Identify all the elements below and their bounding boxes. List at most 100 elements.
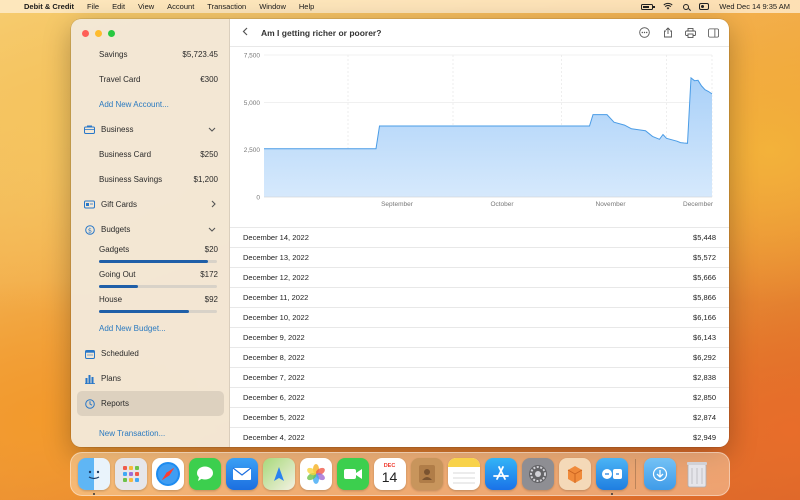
budget-amount: $92 [204, 294, 218, 304]
chevron-down-icon[interactable] [208, 225, 216, 234]
sidebar-item-label: Scheduled [101, 349, 139, 358]
transaction-row[interactable]: December 13, 2022 $5,572 [230, 247, 729, 267]
transaction-row[interactable]: December 14, 2022 $5,448 [230, 227, 729, 247]
share-icon[interactable] [662, 27, 673, 38]
menubar-datetime[interactable]: Wed Dec 14 9:35 AM [719, 2, 790, 11]
sidebar-budget-house[interactable]: House $92 [71, 288, 230, 310]
budget-progress-bar [99, 310, 217, 313]
sidebar-account-business-savings[interactable]: Business Savings $1,200 [71, 167, 230, 192]
finder-icon[interactable] [77, 458, 110, 495]
sidebar-section-gift-cards[interactable]: Gift Cards [71, 192, 230, 217]
bar-chart-icon [84, 374, 95, 384]
transaction-row[interactable]: December 6, 2022 $2,850 [230, 387, 729, 407]
y-tick-label: 0 [256, 195, 260, 202]
menu-account[interactable]: Account [167, 2, 194, 11]
add-new-account-link[interactable]: Add New Account... [71, 92, 230, 117]
toolbar-actions [639, 27, 719, 38]
menu-window[interactable]: Window [259, 2, 286, 11]
sidebar-account-business-card[interactable]: Business Card $250 [71, 142, 230, 167]
sidebar-item-reports[interactable]: Reports [77, 391, 224, 416]
transaction-date: December 6, 2022 [243, 393, 305, 402]
transaction-value: $5,572 [693, 253, 716, 262]
menu-view[interactable]: View [138, 2, 154, 11]
balance-area [264, 77, 712, 197]
transaction-row[interactable]: December 7, 2022 $2,838 [230, 367, 729, 387]
more-icon[interactable] [639, 27, 650, 38]
sidebar-account-savings[interactable]: Savings $5,723.45 [71, 42, 230, 67]
transaction-date: December 9, 2022 [243, 333, 305, 342]
chevron-down-icon[interactable] [208, 125, 216, 134]
calendar-day: 14 [381, 469, 398, 485]
gift-card-icon [84, 200, 95, 209]
menu-edit[interactable]: Edit [112, 2, 125, 11]
app-store-icon[interactable] [484, 458, 517, 490]
close-window-button[interactable] [82, 30, 89, 37]
screen-sharing-icon[interactable] [595, 458, 628, 495]
app-window: Savings $5,723.45 Travel Card €300 Add N… [71, 19, 729, 447]
sidebar-account-travel-card[interactable]: Travel Card €300 [71, 67, 230, 92]
launchpad-icon[interactable] [114, 458, 147, 490]
mail-icon[interactable] [225, 458, 258, 490]
menu-bar: Debit & Credit File Edit View Account Tr… [0, 0, 800, 13]
new-transaction-link[interactable]: New Transaction... [71, 421, 230, 446]
transaction-row[interactable]: December 4, 2022 $2,949 [230, 427, 729, 447]
account-name: Travel Card [99, 75, 141, 84]
transaction-date: December 10, 2022 [243, 313, 309, 322]
transaction-row[interactable]: December 10, 2022 $6,166 [230, 307, 729, 327]
y-tick-label: 7,500 [244, 53, 261, 60]
account-name: Savings [99, 50, 128, 59]
zoom-window-button[interactable] [108, 30, 115, 37]
briefcase-icon [84, 125, 95, 134]
transaction-value: $6,166 [693, 313, 716, 322]
sidebar-item-scheduled[interactable]: Scheduled [71, 341, 230, 366]
add-new-budget-link[interactable]: Add New Budget... [71, 316, 230, 341]
budget-progress-fill [99, 310, 189, 313]
chevron-right-icon[interactable] [211, 200, 216, 210]
transaction-value: $5,866 [693, 293, 716, 302]
transaction-date: December 5, 2022 [243, 413, 305, 422]
transaction-row[interactable]: December 11, 2022 $5,866 [230, 287, 729, 307]
menu-help[interactable]: Help [299, 2, 314, 11]
system-settings-icon[interactable] [521, 458, 554, 490]
x-tick-label: November [596, 201, 627, 208]
print-icon[interactable] [685, 27, 696, 38]
transaction-row[interactable]: December 8, 2022 $6,292 [230, 347, 729, 367]
photos-icon[interactable] [299, 458, 332, 490]
messages-icon[interactable] [188, 458, 221, 490]
transaction-row[interactable]: December 12, 2022 $5,666 [230, 267, 729, 287]
safari-icon[interactable] [151, 458, 184, 490]
section-label: Gift Cards [101, 200, 138, 209]
transaction-value: $2,850 [693, 393, 716, 402]
sidebar-icon[interactable] [708, 27, 719, 38]
facetime-icon[interactable] [336, 458, 369, 490]
transaction-row[interactable]: December 9, 2022 $6,143 [230, 327, 729, 347]
menu-transaction[interactable]: Transaction [207, 2, 246, 11]
menu-app-name[interactable]: Debit & Credit [24, 2, 74, 11]
sidebar-budget-gadgets[interactable]: Gadgets $20 [71, 238, 230, 260]
balance-chart-svg: 7,500 5,000 2,500 0 September October November… [244, 53, 714, 209]
sidebar-budget-going-out[interactable]: Going Out $172 [71, 263, 230, 285]
section-label: Business [101, 125, 134, 134]
contacts-icon[interactable] [410, 458, 443, 490]
budget-name: Going Out [99, 269, 136, 279]
maps-icon[interactable] [262, 458, 295, 490]
sidebar-item-plans[interactable]: Plans [71, 366, 230, 391]
budget-name: House [99, 294, 123, 304]
sidebar-section-business[interactable]: Business [71, 117, 230, 142]
minimize-window-button[interactable] [95, 30, 102, 37]
search-icon[interactable] [683, 3, 690, 10]
transaction-value: $2,949 [693, 433, 716, 442]
transaction-date: December 11, 2022 [243, 293, 309, 302]
transaction-value: $2,838 [693, 373, 716, 382]
control-center-icon[interactable] [699, 3, 710, 10]
notes-icon[interactable] [447, 458, 480, 490]
downloads-folder-icon[interactable] [643, 458, 676, 490]
wifi-icon[interactable] [663, 2, 673, 12]
battery-icon[interactable] [641, 3, 655, 10]
menu-file[interactable]: File [87, 2, 99, 11]
back-chevron-icon[interactable] [242, 27, 256, 39]
transaction-row[interactable]: December 5, 2022 $2,874 [230, 407, 729, 427]
calendar-app-icon[interactable]: DEC 14 [373, 458, 406, 490]
debit-credit-icon[interactable] [558, 458, 591, 490]
trash-icon[interactable] [681, 458, 713, 490]
